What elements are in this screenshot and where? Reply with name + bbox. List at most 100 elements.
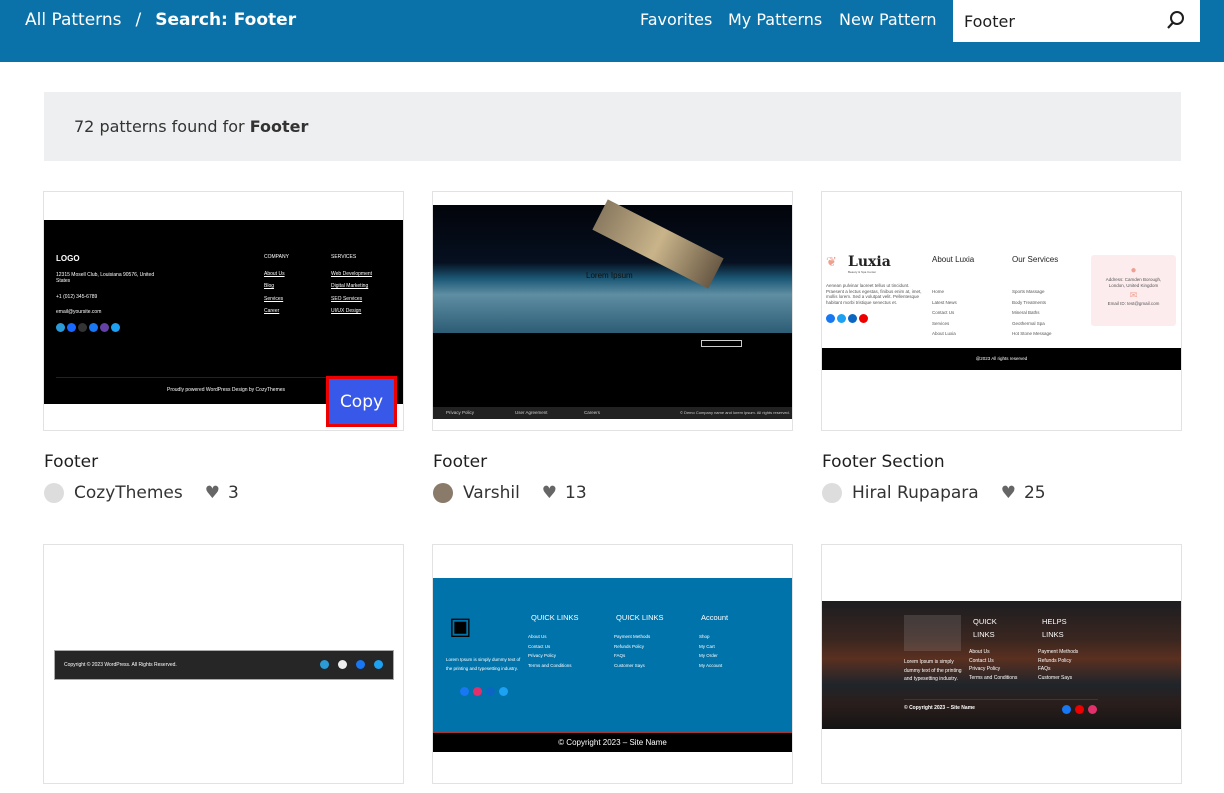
preview-link: Blog [264,283,275,290]
preview-bottom-bar: © Copyright 2023 – Site Name [433,732,792,752]
preview-text: Copyright © 2023 WordPress. All Rights R… [64,662,177,668]
pattern-preview[interactable]: ▣ Lorem Ipsum is simply dummy text of th… [433,578,792,752]
preview-heading: QUICK LINKS [973,617,997,639]
author-name[interactable]: Hiral Rupapara [852,483,979,503]
divider [904,699,1098,700]
pattern-title[interactable]: Footer [433,452,487,472]
like-count: 13 [565,483,587,503]
preview-links: Payment Methods Refunds Policy FAQs Custome… [1038,648,1078,682]
preview-link: Terms and Conditions [969,674,1018,681]
avatar [433,483,453,503]
preview-text: Proudly powered WordPress Design by Cozy… [167,387,286,393]
preview-link: FAQs [614,653,626,659]
breadcrumb-separator: / [135,10,142,30]
preview-hero-text: Lorem Ipsum [586,271,633,280]
nav-favorites[interactable]: Favorites [640,10,712,29]
preview-text: Lorem Ipsum is simply dummy text of the … [446,657,521,671]
preview-links: About Us Blog Services Career [264,268,285,317]
preview-links: Shop My Cart My Order My Account [699,632,722,670]
preview-heading: About Luxia [932,255,975,264]
preview-link: Mineral Baths [1012,310,1040,316]
pattern-meta: Hiral Rupapara ♥ 25 [822,483,1046,503]
pattern-preview[interactable]: Lorem Ipsum is simply dummy text of the … [822,601,1181,729]
pattern-preview[interactable]: Copyright © 2023 WordPress. All Rights R… [54,650,394,680]
preview-text: © Demo Company name and lorem ipsum. All… [680,410,790,415]
preview-link: Contact Us [969,657,994,664]
preview-heading: SERVICES [331,254,357,260]
pattern-card[interactable]: Lorem Ipsum is simply dummy text of the … [821,544,1182,784]
preview-link: Services [264,295,284,302]
preview-link: Refunds Policy [614,643,645,649]
preview-logo: Luxia [848,254,891,270]
preview-links: Payment Methods Refunds Policy FAQs Custome… [614,632,650,670]
pattern-preview[interactable]: ❦ Luxia Beauty & Spa Center Aenean pulvi… [822,242,1181,370]
preview-link: Web Development [331,271,373,277]
preview-links: Web Development Digital Marketing SEO Serv… [331,268,372,317]
preview-link: Contact Us [932,310,955,316]
pattern-card[interactable]: Lorem Ipsum Privacy Policy User Agreemen… [432,191,793,431]
preview-links: About Us Contact Us Privacy Policy Terms an… [528,632,572,670]
preview-heading: QUICK LINKS [531,613,579,622]
pattern-card[interactable]: Copyright © 2023 WordPress. All Rights R… [43,544,404,784]
pattern-title[interactable]: Footer [44,452,98,472]
cube-logo-icon: ▣ [449,613,472,640]
heart-icon[interactable]: ♥ [1001,483,1016,503]
search-icon[interactable] [1166,10,1186,30]
preview-link: My Account [699,662,723,668]
preview-text: Email ID: test@gmail.com [1107,301,1160,306]
preview-link: My Order [699,653,718,659]
preview-link: Services [932,320,950,326]
pattern-meta: Varshil ♥ 13 [433,483,587,503]
preview-link: User Agreement [515,410,548,415]
like-count: 25 [1023,483,1046,503]
results-count: 72 patterns found for [74,117,250,136]
heart-icon[interactable]: ♥ [542,483,557,503]
butterfly-logo-icon: ❦ [826,254,837,269]
like-count: 3 [228,483,239,503]
preview-text: Beauty & Spa Center [848,270,877,274]
preview-link: UI/UX Design [331,307,362,314]
preview-link: About Us [528,634,547,639]
pattern-title[interactable]: Footer Section [822,452,945,472]
breadcrumb-all-patterns[interactable]: All Patterns [25,10,122,30]
preview-link: Geothermal Spa [1012,320,1045,326]
preview-text: Lorem Ipsum is simply dummy text of the … [904,659,962,683]
preview-link: Privacy Policy [969,666,1001,673]
pattern-card[interactable]: ▣ Lorem Ipsum is simply dummy text of th… [432,544,793,784]
logo-placeholder-image [904,615,961,651]
preview-link: About Us [264,271,285,277]
preview-link: Shop [699,634,710,639]
preview-logo: LOGO [56,254,80,263]
social-icons [320,660,385,671]
preview-links: Sports Massage Body Treatments Mineral Bat… [1012,287,1052,340]
author-name[interactable]: Varshil [463,483,520,503]
results-query: Footer [249,117,309,136]
author-name[interactable]: CozyThemes [74,483,183,503]
mail-icon: ✉ [1129,290,1138,300]
preview-link: Refunds Policy [1038,657,1072,664]
site-header: All Patterns / Search: Footer Favorites My… [0,0,1224,62]
preview-text: Aenean pulvinar laoreet tellus ut tincid… [826,283,922,305]
copy-button[interactable]: Copy [326,376,397,427]
preview-link: Payment Methods [1038,649,1079,655]
pattern-preview[interactable]: Lorem Ipsum Privacy Policy User Agreemen… [433,199,792,419]
preview-link: Sports Massage [1012,289,1045,294]
preview-link: Body Treatments [1012,299,1047,305]
nav-new-pattern[interactable]: New Pattern [839,10,937,29]
heart-icon[interactable]: ♥ [205,483,220,503]
search-input[interactable] [953,0,1163,42]
preview-link: Privacy Policy [528,653,557,659]
pattern-card[interactable]: ❦ Luxia Beauty & Spa Center Aenean pulvi… [821,191,1182,431]
nav-my-patterns[interactable]: My Patterns [728,10,822,29]
contact-box: ● Address: Camden Borough, London, Unite… [1091,255,1176,326]
preview-link: Career [264,307,280,314]
preview-heading: QUICK LINKS [616,613,664,622]
preview-link: Digital Marketing [331,283,369,290]
preview-link: About Us [969,649,990,655]
pattern-card[interactable]: LOGO 12315 Mosell Club, Louisiana 90576,… [43,191,404,431]
preview-heading: Account [701,613,729,622]
search-box [953,0,1200,42]
social-icons [1062,705,1099,716]
preview-text: Address: Camden Borough, London, United … [1105,277,1162,288]
preview-link: Customer Says [614,662,645,668]
